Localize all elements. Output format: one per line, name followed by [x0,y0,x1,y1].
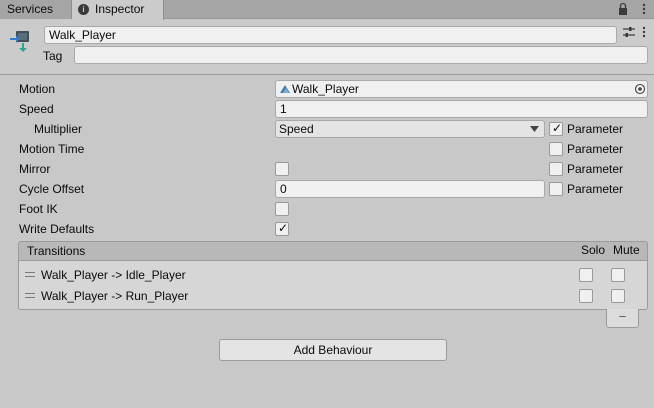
drag-handle-icon[interactable] [25,272,35,277]
transitions-header: Transitions [18,241,648,260]
cycle-offset-field[interactable]: 0 [275,180,545,198]
cycle-offset-parameter-label: Parameter [567,182,624,196]
speed-label: Speed [19,102,54,116]
state-name-field[interactable]: Walk_Player [44,26,617,44]
remove-transition-button[interactable]: − [606,309,639,328]
chevron-down-icon [530,126,539,132]
write-defaults-label: Write Defaults [19,222,95,236]
transitions-title: Transitions [27,244,86,258]
transition-label: Walk_Player -> Run_Player [41,289,189,303]
tag-field[interactable] [74,46,648,64]
mirror-parameter-label: Parameter [567,162,624,176]
kebab-menu-icon[interactable] [640,2,648,16]
kebab-menu-icon[interactable] [640,25,648,39]
tab-services[interactable]: Services [0,0,72,19]
transition-row[interactable]: Walk_Player -> Idle_Player [19,264,647,286]
presets-sliders-icon[interactable] [623,26,635,38]
mirror-parameter-checkbox[interactable] [549,162,563,176]
multiplier-dropdown[interactable]: Speed [275,120,545,138]
motion-label: Motion [19,82,56,96]
checkmark-icon: ✓ [552,121,563,135]
solo-column-header: Solo [581,243,606,257]
solo-checkbox[interactable] [579,268,593,282]
motion-time-parameter-label: Parameter [567,142,624,156]
motion-object-field[interactable]: Walk_Player [275,80,648,98]
foot-ik-checkbox[interactable] [275,202,289,216]
tag-label: Tag [43,49,63,63]
multiplier-value: Speed [279,122,314,136]
drag-handle-icon[interactable] [25,293,35,298]
object-picker-icon[interactable] [634,83,646,95]
checkmark-icon: ✓ [278,221,289,235]
multiplier-label: Multiplier [34,122,83,136]
motion-time-label: Motion Time [19,142,85,156]
solo-checkbox[interactable] [579,289,593,303]
mute-checkbox[interactable] [611,268,625,282]
object-header: Walk_Player Tag [0,20,654,75]
tab-inspector[interactable]: i Inspector [72,0,164,20]
motion-time-parameter-checkbox[interactable] [549,142,563,156]
write-defaults-checkbox[interactable]: ✓ [275,221,289,236]
tab-bar: Services i Inspector [0,0,654,20]
multiplier-parameter-checkbox[interactable]: ✓ [549,121,563,136]
lock-icon[interactable] [618,2,628,16]
animation-clip-icon [280,85,290,93]
transitions-list: Walk_Player -> Idle_Player Walk_Player -… [18,260,648,310]
tab-services-label: Services [7,2,54,16]
speed-field[interactable]: 1 [275,100,648,118]
multiplier-parameter-label: Parameter [567,122,624,136]
transition-row[interactable]: Walk_Player -> Run_Player [19,285,647,307]
transition-label: Walk_Player -> Idle_Player [41,268,186,282]
cycle-offset-parameter-checkbox[interactable] [549,182,563,196]
cycle-offset-label: Cycle Offset [19,182,85,196]
animator-state-icon [10,31,29,52]
mirror-checkbox[interactable] [275,162,289,176]
mute-column-header: Mute [613,243,640,257]
info-icon: i [78,4,89,15]
motion-value: Walk_Player [292,82,359,96]
mirror-label: Mirror [19,162,51,176]
foot-ik-label: Foot IK [19,202,58,216]
mute-checkbox[interactable] [611,289,625,303]
add-behaviour-button[interactable]: Add Behaviour [219,339,447,361]
tab-inspector-label: Inspector [95,2,145,16]
